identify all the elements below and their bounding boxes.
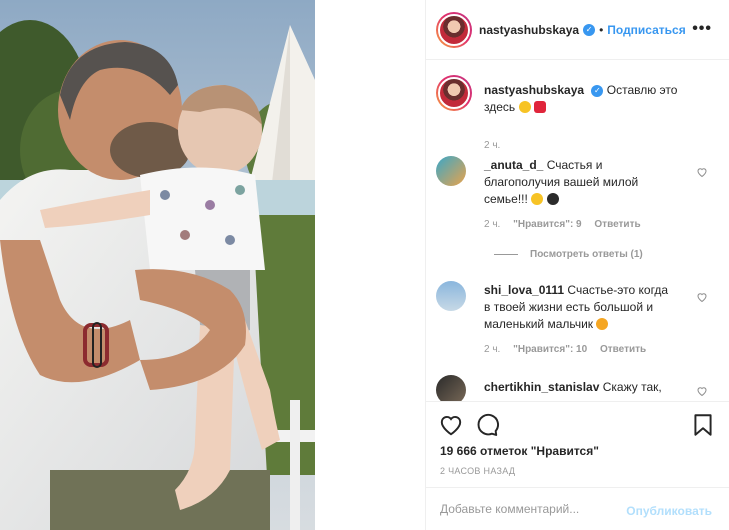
comment-time: 2 ч. [484,219,501,230]
comment-item: shi_lova_0111 Счастье-это когда в твоей … [436,281,726,361]
heart-eyes-emoji [531,193,544,205]
post-header: nastyashubskaya ✓ • Подписаться ••• [426,0,729,60]
likes-count[interactable]: 19 666 отметок "Нравится" [440,444,599,458]
verified-badge-icon: ✓ [591,84,604,97]
author-username[interactable]: nastyashubskaya [479,23,579,37]
comment-line1: Счастья и [546,158,603,172]
comment-meta: 2 ч. "Нравится": 10 Ответить [484,344,656,355]
heart-eyes-emoji [518,101,531,113]
photo-illustration [0,0,315,530]
comment-meta: 2 ч. "Нравится": 9 Ответить [484,219,651,230]
separator-dot: • [599,22,604,37]
caption-line2: здесь [484,100,516,114]
comments-list[interactable]: nastyashubskaya ✓ Оставлю это здесь 2 ч.… [426,61,729,401]
commenter-username[interactable]: shi_lova_0111 [484,283,564,297]
comment-likes[interactable]: "Нравится": 10 [513,344,587,355]
comment-text: _anuta_d_ Счастья и благополучия вашей м… [484,157,694,208]
avatar[interactable] [436,11,472,48]
commenter-avatar[interactable] [436,281,466,311]
follow-button[interactable]: Подписаться [607,23,685,37]
comment-line3: семье!!! [484,192,528,206]
caption-text: nastyashubskaya ✓ Оставлю это здесь [484,82,684,116]
verified-badge-icon: ✓ [583,23,596,36]
post-side-panel: nastyashubskaya ✓ • Подписаться ••• nast… [425,0,729,530]
like-comment-heart-icon[interactable] [696,385,708,397]
view-replies-label: Посмотреть ответы (1) [530,249,643,260]
bookmark-icon[interactable] [690,412,716,438]
comment-line2: в твоей жизни есть большой и [484,300,654,314]
comment-likes[interactable]: "Нравится": 9 [513,219,582,230]
add-comment-section: Опубликовать [426,487,729,530]
reply-button[interactable]: Ответить [594,219,640,230]
like-comment-heart-icon[interactable] [696,291,708,303]
caption-username[interactable]: nastyashubskaya [484,83,584,97]
commenter-username[interactable]: _anuta_d_ [484,158,543,172]
comment-text: shi_lova_0111 Счастье-это когда в твоей … [484,282,694,333]
post-time[interactable]: 2 ЧАСОВ НАЗАД [440,466,515,476]
comment-line3: маленький мальчик [484,317,594,331]
comment-line1: Скажу так, [602,380,662,394]
caption: nastyashubskaya ✓ Оставлю это здесь 2 ч. [436,75,726,151]
heart-outline-icon[interactable] [438,412,464,438]
caption-avatar[interactable] [436,75,472,111]
red-heart-emoji [533,101,546,113]
comment-item: chertikhin_stanislav Скажу так, [436,375,726,401]
like-comment-heart-icon[interactable] [696,166,708,178]
comment-time: 2 ч. [484,344,501,355]
caption-line1: Оставлю это [606,83,678,97]
more-options-icon[interactable]: ••• [692,21,712,37]
caption-meta: 2 ч. [484,140,510,151]
comment-input[interactable] [440,499,630,519]
comment-line1: Счастье-это когда [567,283,669,297]
crown-emoji [546,193,559,205]
commenter-username[interactable]: chertikhin_stanislav [484,380,599,394]
heart-eyes-cat-emoji [596,318,609,330]
comment-line2: благополучия вашей милой [484,175,639,189]
post-actions: 19 666 отметок "Нравится" 2 ЧАСОВ НАЗАД … [426,401,729,530]
comment-item: _anuta_d_ Счастья и благополучия вашей м… [436,156,726,266]
post-photo [0,0,315,530]
replies-divider-line [494,253,518,255]
reply-button[interactable]: Ответить [600,344,646,355]
view-replies-button[interactable]: Посмотреть ответы (1) [494,249,643,260]
commenter-avatar[interactable] [436,156,466,186]
commenter-avatar[interactable] [436,375,466,401]
comment-bubble-icon[interactable] [474,412,500,438]
caption-time: 2 ч. [484,140,501,151]
publish-button[interactable]: Опубликовать [626,504,712,518]
comment-text: chertikhin_stanislav Скажу так, [484,379,694,396]
